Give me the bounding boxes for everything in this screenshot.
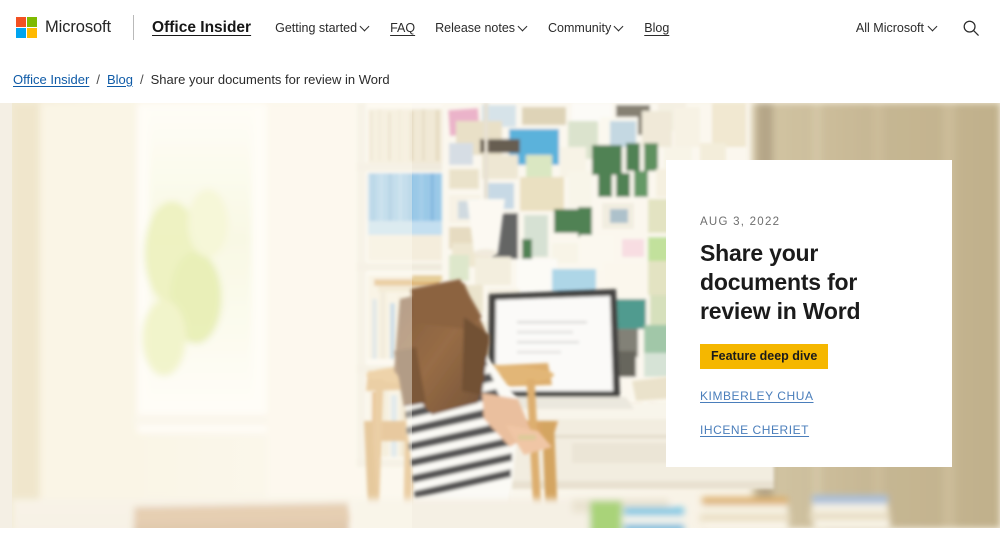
breadcrumb-item-office-insider[interactable]: Office Insider	[13, 72, 89, 87]
article-date: AUG 3, 2022	[700, 216, 781, 228]
breadcrumb-item-blog[interactable]: Blog	[107, 72, 133, 87]
nav-item-faq[interactable]: FAQ	[390, 21, 415, 35]
search-icon	[963, 20, 979, 36]
search-button[interactable]	[960, 17, 982, 39]
chevron-down-icon	[929, 22, 938, 31]
breadcrumb: Office Insider / Blog / Share your docum…	[0, 55, 1000, 103]
nav-item-community[interactable]: Community	[548, 21, 624, 35]
chevron-down-icon	[519, 22, 528, 31]
article-title: Share your documents for review in Word	[700, 240, 861, 324]
chevron-down-icon	[615, 22, 624, 31]
all-microsoft-menu[interactable]: All Microsoft	[856, 21, 938, 35]
nav-item-getting-started[interactable]: Getting started	[275, 21, 370, 35]
header-right-controls: All Microsoft	[856, 17, 1000, 39]
brand-link-office-insider[interactable]: Office Insider	[152, 19, 251, 37]
article-tag-feature-deep-dive[interactable]: Feature deep dive	[700, 344, 829, 370]
header-divider	[133, 15, 135, 40]
author-link-ihcene-cheriet[interactable]: IHCENE CHERIET	[700, 423, 918, 437]
article-card: AUG 3, 2022 Share your documents for rev…	[666, 160, 952, 467]
author-link-kimberley-chua[interactable]: KIMBERLEY CHUA	[700, 389, 918, 403]
breadcrumb-separator: /	[96, 71, 100, 87]
breadcrumb-item-current: Share your documents for review in Word	[150, 71, 390, 87]
global-header: Microsoft Office Insider Getting started…	[0, 0, 1000, 55]
nav-item-blog[interactable]: Blog	[644, 21, 669, 35]
microsoft-wordmark: Microsoft	[45, 18, 112, 36]
microsoft-home-link[interactable]: Microsoft	[16, 17, 111, 38]
primary-nav: Getting started FAQ Release notes Commun…	[275, 21, 669, 35]
nav-item-release-notes[interactable]: Release notes	[435, 21, 528, 35]
hero-section: AUG 3, 2022 Share your documents for rev…	[0, 103, 1000, 528]
chevron-down-icon	[361, 22, 370, 31]
microsoft-logo-icon	[16, 17, 37, 38]
breadcrumb-separator: /	[140, 71, 144, 87]
